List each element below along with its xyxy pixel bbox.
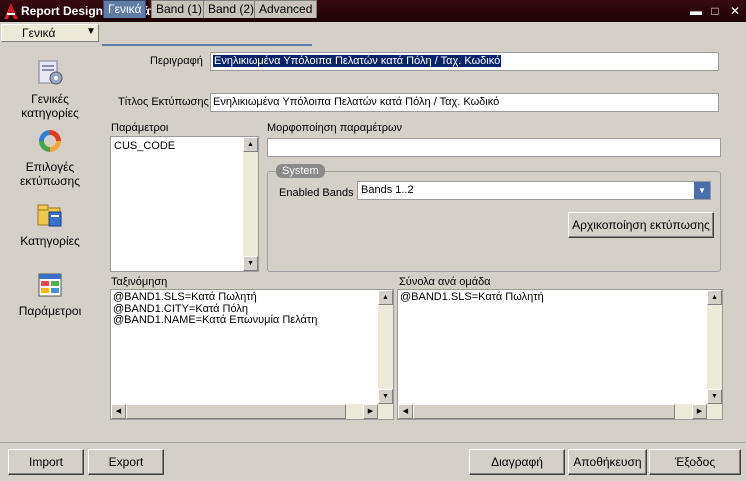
tab-general[interactable]: Γενικά bbox=[103, 0, 147, 18]
print-options-icon bbox=[39, 130, 61, 152]
sidebar-item-label: Κατηγορίες bbox=[20, 234, 80, 248]
tab-band-1[interactable]: Band (1) bbox=[151, 0, 208, 18]
tab-underline bbox=[102, 44, 312, 46]
footer-divider bbox=[0, 442, 746, 443]
sidebar-item-label: Επιλογές εκτύπωσης bbox=[20, 160, 80, 188]
scroll-down-button[interactable]: ▼ bbox=[378, 389, 393, 404]
parameters-label: Παράμετροι bbox=[111, 122, 169, 134]
description-field[interactable]: Ενηλικιωμένα Υπόλοιπα Πελατών κατά Πόλη … bbox=[210, 52, 719, 71]
group-totals-hscrollbar[interactable]: ◀ ▶ bbox=[398, 404, 722, 419]
system-group-title: System bbox=[276, 164, 325, 178]
sidebar-item-general-categories[interactable]: Γενικές κατηγορίες bbox=[4, 58, 96, 120]
tab-band-2[interactable]: Band (2) bbox=[203, 0, 260, 18]
group-totals-listbox[interactable]: @BAND1.SLS=Κατά Πωλητή ▲ ▼ ◀ ▶ bbox=[397, 289, 723, 420]
enabled-bands-select[interactable]: Bands 1..2 ▼ bbox=[357, 181, 711, 200]
parameters-listbox[interactable]: CUS_CODE ▲ ▼ bbox=[110, 136, 259, 272]
description-label: Περιγραφή bbox=[150, 55, 203, 67]
scroll-right-button[interactable]: ▶ bbox=[692, 404, 707, 419]
sidebar-section-select[interactable]: Γενικά ▼ bbox=[1, 24, 99, 42]
scroll-up-button[interactable]: ▲ bbox=[707, 290, 722, 305]
exit-button[interactable]: Έξοδος bbox=[649, 449, 741, 475]
tab-advanced[interactable]: Advanced bbox=[254, 0, 318, 18]
scroll-right-button[interactable]: ▶ bbox=[363, 404, 378, 419]
sidebar-item-print-options[interactable]: Επιλογές εκτύπωσης bbox=[4, 126, 96, 188]
parameters-scrollbar[interactable]: ▲ ▼ bbox=[243, 137, 258, 271]
group-totals-label: Σύνολα ανά ομάδα bbox=[399, 276, 491, 288]
scroll-up-button[interactable]: ▲ bbox=[243, 137, 258, 152]
sidebar-item-label: Γενικές κατηγορίες bbox=[21, 92, 79, 120]
sidebar-item-label: Παράμετροι bbox=[18, 304, 82, 318]
scroll-up-button[interactable]: ▲ bbox=[378, 290, 393, 305]
scroll-down-button[interactable]: ▼ bbox=[243, 256, 258, 271]
sidebar-item-parameters[interactable]: Παράμετροι bbox=[4, 270, 96, 318]
save-button[interactable]: Αποθήκευση bbox=[568, 449, 647, 475]
chevron-down-icon: ▼ bbox=[86, 26, 96, 37]
list-item[interactable]: CUS_CODE bbox=[114, 140, 175, 153]
list-item[interactable]: @BAND1.SLS=Κατά Πωλητή bbox=[400, 291, 544, 304]
enabled-bands-label: Enabled Bands bbox=[279, 187, 354, 199]
sorting-listbox[interactable]: @BAND1.SLS=Κατά Πωλητή @BAND1.CITY=Κατά … bbox=[110, 289, 394, 420]
scroll-down-button[interactable]: ▼ bbox=[707, 389, 722, 404]
scroll-thumb[interactable] bbox=[126, 404, 346, 419]
scroll-thumb[interactable] bbox=[413, 404, 675, 419]
minimize-button[interactable]: ▬ bbox=[688, 3, 704, 19]
window-title: Report Designer [Πελάτες] bbox=[21, 4, 172, 18]
list-item[interactable]: @BAND1.NAME=Κατά Επωνυμία Πελάτη bbox=[113, 314, 317, 327]
categories-icon bbox=[37, 204, 62, 227]
import-button[interactable]: Import bbox=[8, 449, 84, 475]
parameters-icon bbox=[38, 273, 62, 297]
reset-print-button[interactable]: Αρχικοποίηση εκτύπωσης bbox=[568, 212, 714, 238]
print-title-field[interactable]: Ενηλικιωμένα Υπόλοιπα Πελατών κατά Πόλη … bbox=[210, 93, 719, 112]
description-value: Ενηλικιωμένα Υπόλοιπα Πελατών κατά Πόλη … bbox=[213, 55, 502, 67]
export-button[interactable]: Export bbox=[88, 449, 164, 475]
sidebar-item-categories[interactable]: Κατηγορίες bbox=[4, 200, 96, 248]
maximize-button[interactable]: □ bbox=[707, 3, 723, 19]
scroll-left-button[interactable]: ◀ bbox=[398, 404, 413, 419]
app-logo-icon bbox=[4, 3, 18, 19]
chevron-down-icon[interactable]: ▼ bbox=[694, 182, 710, 199]
close-button[interactable]: ✕ bbox=[727, 3, 743, 19]
param-format-field[interactable] bbox=[267, 138, 721, 157]
param-format-label: Μορφοποίηση παραμέτρων bbox=[267, 122, 403, 134]
enabled-bands-value: Bands 1..2 bbox=[361, 184, 414, 196]
sorting-vscrollbar[interactable]: ▲ ▼ bbox=[378, 290, 393, 404]
scroll-left-button[interactable]: ◀ bbox=[111, 404, 126, 419]
sorting-label: Ταξινόμηση bbox=[111, 276, 168, 288]
sidebar-section-value: Γενικά bbox=[22, 26, 56, 40]
delete-button[interactable]: Διαγραφή bbox=[469, 449, 565, 475]
list-item[interactable]: @BAND1.SLS=Κατά Πωλητή bbox=[113, 291, 317, 304]
sorting-hscrollbar[interactable]: ◀ ▶ bbox=[111, 404, 393, 419]
group-totals-vscrollbar[interactable]: ▲ ▼ bbox=[707, 290, 722, 404]
print-title-label: Τίτλος Εκτύπωσης bbox=[118, 96, 209, 108]
general-categories-icon bbox=[38, 60, 63, 85]
sidebar: Γενικά ▼ Γενικές κατηγορίες Επιλογές εκτ… bbox=[0, 22, 100, 442]
